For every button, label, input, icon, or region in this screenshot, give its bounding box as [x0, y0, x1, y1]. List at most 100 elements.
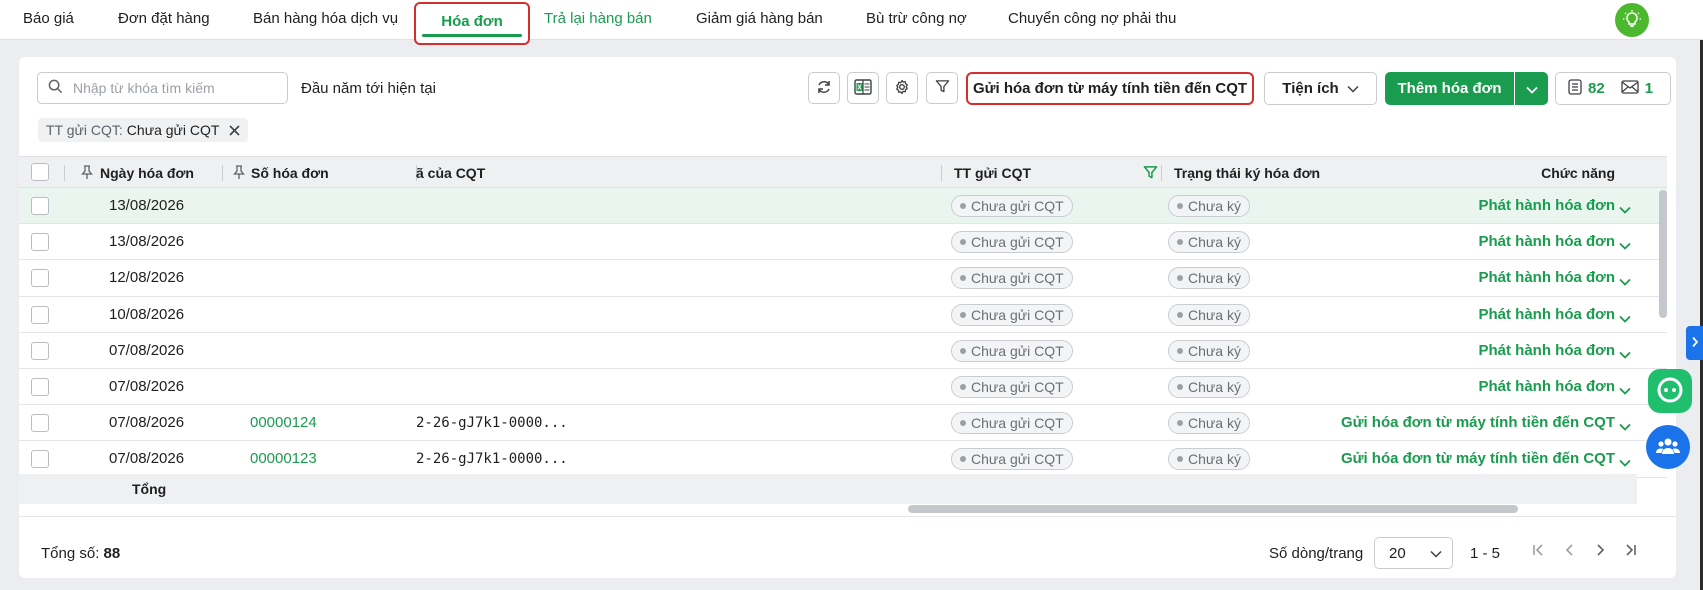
first-page-icon[interactable] — [1531, 543, 1545, 560]
export-excel-button[interactable] — [847, 72, 879, 104]
table-row[interactable]: 13/08/2026 Chưa gửi CQT Chưa ký Phát hàn… — [19, 224, 1667, 261]
row-action-link[interactable]: Phát hành hóa đơn — [1479, 188, 1616, 224]
prev-page-icon[interactable] — [1563, 543, 1577, 560]
status-dot — [960, 456, 966, 463]
add-invoice-dropdown[interactable] — [1515, 72, 1548, 105]
row-action-link[interactable]: Gửi hóa đơn từ máy tính tiền đến CQT — [1341, 405, 1615, 441]
row-checkbox[interactable] — [31, 414, 49, 433]
pin-icon[interactable] — [233, 165, 245, 183]
status-dot — [960, 420, 966, 427]
tab-tra-lai-hang-ban[interactable]: Trả lại hàng bán — [544, 0, 652, 40]
close-icon[interactable] — [229, 124, 241, 136]
pin-icon[interactable] — [81, 165, 93, 183]
chevron-down-icon[interactable] — [1619, 310, 1631, 326]
row-number[interactable]: 00000123 — [250, 441, 317, 477]
active-tab-underline — [422, 34, 522, 37]
select-all-checkbox[interactable] — [31, 163, 49, 181]
row-checkbox[interactable] — [31, 197, 49, 215]
page-range: 1 - 5 — [1470, 545, 1501, 562]
rows-per-page-select[interactable]: 20 — [1374, 537, 1453, 569]
add-invoice-button[interactable]: Thêm hóa đơn — [1385, 72, 1514, 105]
side-panel-toggle[interactable] — [1686, 326, 1703, 360]
period-selector[interactable]: Đầu năm tới hiện tại — [301, 80, 436, 97]
row-checkbox[interactable] — [31, 305, 49, 324]
row-action-link[interactable]: Phát hành hóa đơn — [1479, 260, 1616, 296]
table-row[interactable]: 13/08/2026 Chưa gửi CQT Chưa ký Phát hàn… — [19, 188, 1667, 225]
sign-status-badge: Chưa ký — [1168, 303, 1250, 326]
tab-hoa-don[interactable]: Hóa đơn — [414, 2, 530, 45]
counter-group[interactable]: 82 1 — [1555, 72, 1671, 105]
chevron-down-icon[interactable] — [1619, 454, 1631, 470]
settings-button[interactable] — [886, 72, 918, 104]
send-to-tax-button[interactable]: Gửi hóa đơn từ máy tính tiền đến CQT — [966, 72, 1254, 105]
chevron-down-icon[interactable] — [1619, 418, 1631, 434]
chevron-down-icon — [1430, 545, 1442, 562]
row-action-link[interactable]: Phát hành hóa đơn — [1479, 333, 1616, 369]
horizontal-scrollbar[interactable] — [908, 505, 1518, 513]
sign-status-text: Chưa ký — [1188, 198, 1241, 214]
tab-bao-gia[interactable]: Báo giá — [23, 0, 74, 40]
chevron-down-icon[interactable] — [1619, 382, 1631, 398]
row-action-link[interactable]: Gửi hóa đơn từ máy tính tiền đến CQT — [1341, 441, 1615, 477]
col-cqt-status[interactable]: TT gửi CQT — [954, 157, 1031, 189]
tab-bu-tru-cong-no[interactable]: Bù trừ công nợ — [866, 0, 967, 40]
row-action-link[interactable]: Phát hành hóa đơn — [1479, 297, 1616, 333]
chevron-down-icon[interactable] — [1619, 346, 1631, 362]
last-page-icon[interactable] — [1624, 543, 1638, 560]
table-row[interactable]: 10/08/2026 Chưa gửi CQT Chưa ký Phát hàn… — [19, 296, 1667, 333]
cqt-status-text: Chưa gửi CQT — [971, 451, 1064, 468]
table-row[interactable]: 07/08/2026 Chưa gửi CQT Chưa ký Phát hàn… — [19, 332, 1667, 369]
row-date: 07/08/2026 — [109, 341, 185, 359]
active-filter-icon[interactable] — [1143, 165, 1158, 183]
mail-count: 1 — [1644, 80, 1654, 97]
tab-giam-gia[interactable]: Giảm giá hàng bán — [696, 0, 823, 40]
row-checkbox[interactable] — [31, 450, 49, 469]
table-row[interactable]: 07/08/2026 00000124 2-26-gJ7k1-0000... C… — [19, 405, 1667, 442]
row-checkbox[interactable] — [31, 341, 49, 360]
row-number[interactable]: 00000124 — [250, 405, 317, 441]
sign-status-badge: Chưa ký — [1168, 412, 1250, 435]
search-input[interactable] — [73, 80, 273, 96]
row-checkbox[interactable] — [31, 269, 49, 288]
table-row[interactable]: 07/08/2026 00000123 2-26-gJ7k1-0000... C… — [19, 441, 1667, 478]
total-count-value: 88 — [103, 545, 121, 562]
row-action-link[interactable]: Phát hành hóa đơn — [1479, 369, 1616, 405]
chevron-down-icon[interactable] — [1619, 237, 1631, 253]
cqt-status-badge: Chưa gửi CQT — [951, 231, 1073, 254]
col-sign-status[interactable]: Trạng thái ký hóa đơn — [1174, 157, 1320, 189]
status-dot — [1177, 383, 1183, 390]
sign-status-text: Chưa ký — [1188, 342, 1241, 359]
total-count-label: Tổng số: — [41, 545, 100, 562]
top-tab-bar: Báo giá Đơn đặt hàng Bán hàng hóa dịch v… — [0, 0, 1703, 45]
table-row[interactable]: 12/08/2026 Chưa gửi CQT Chưa ký Phát hàn… — [19, 260, 1667, 297]
col-invoice-date[interactable]: Ngày hóa đơn — [100, 157, 194, 189]
cqt-status-text: Chưa gửi CQT — [971, 270, 1064, 287]
filter-chip: TT gửi CQT: Chưa gửi CQT — [38, 118, 249, 142]
chat-bot-button[interactable] — [1648, 369, 1692, 413]
tab-don-dat-hang[interactable]: Đơn đặt hàng — [118, 0, 210, 40]
chevron-down-icon[interactable] — [1619, 273, 1631, 289]
table-row[interactable]: 07/08/2026 Chưa gửi CQT Chưa ký Phát hàn… — [19, 368, 1667, 406]
search-box[interactable] — [37, 72, 288, 104]
col-tax-code[interactable]: ã của CQT — [416, 157, 485, 189]
next-page-icon[interactable] — [1593, 543, 1607, 560]
vertical-scrollbar[interactable] — [1659, 190, 1667, 318]
cqt-status-text: Chưa gửi CQT — [971, 378, 1064, 395]
cqt-status-badge: Chưa gửi CQT — [951, 375, 1073, 398]
sign-status-badge: Chưa ký — [1168, 448, 1250, 471]
row-action-link[interactable]: Phát hành hóa đơn — [1479, 224, 1616, 260]
col-invoice-number[interactable]: Số hóa đơn — [251, 157, 329, 189]
utilities-button[interactable]: Tiện ích — [1264, 72, 1377, 105]
row-checkbox[interactable] — [31, 377, 49, 396]
filter-button[interactable] — [926, 72, 958, 104]
total-row-label: Tổng — [132, 481, 167, 497]
row-checkbox[interactable] — [31, 233, 49, 252]
community-button[interactable] — [1646, 425, 1690, 469]
lightbulb-icon[interactable] — [1615, 3, 1649, 37]
sign-status-badge: Chưa ký — [1168, 339, 1250, 362]
row-date: 10/08/2026 — [109, 305, 185, 323]
tab-chuyen-cong-no[interactable]: Chuyển công nợ phải thu — [1008, 0, 1176, 40]
chevron-down-icon[interactable] — [1619, 201, 1631, 217]
refresh-button[interactable] — [808, 72, 840, 104]
tab-ban-hang[interactable]: Bán hàng hóa dịch vụ — [253, 0, 398, 40]
